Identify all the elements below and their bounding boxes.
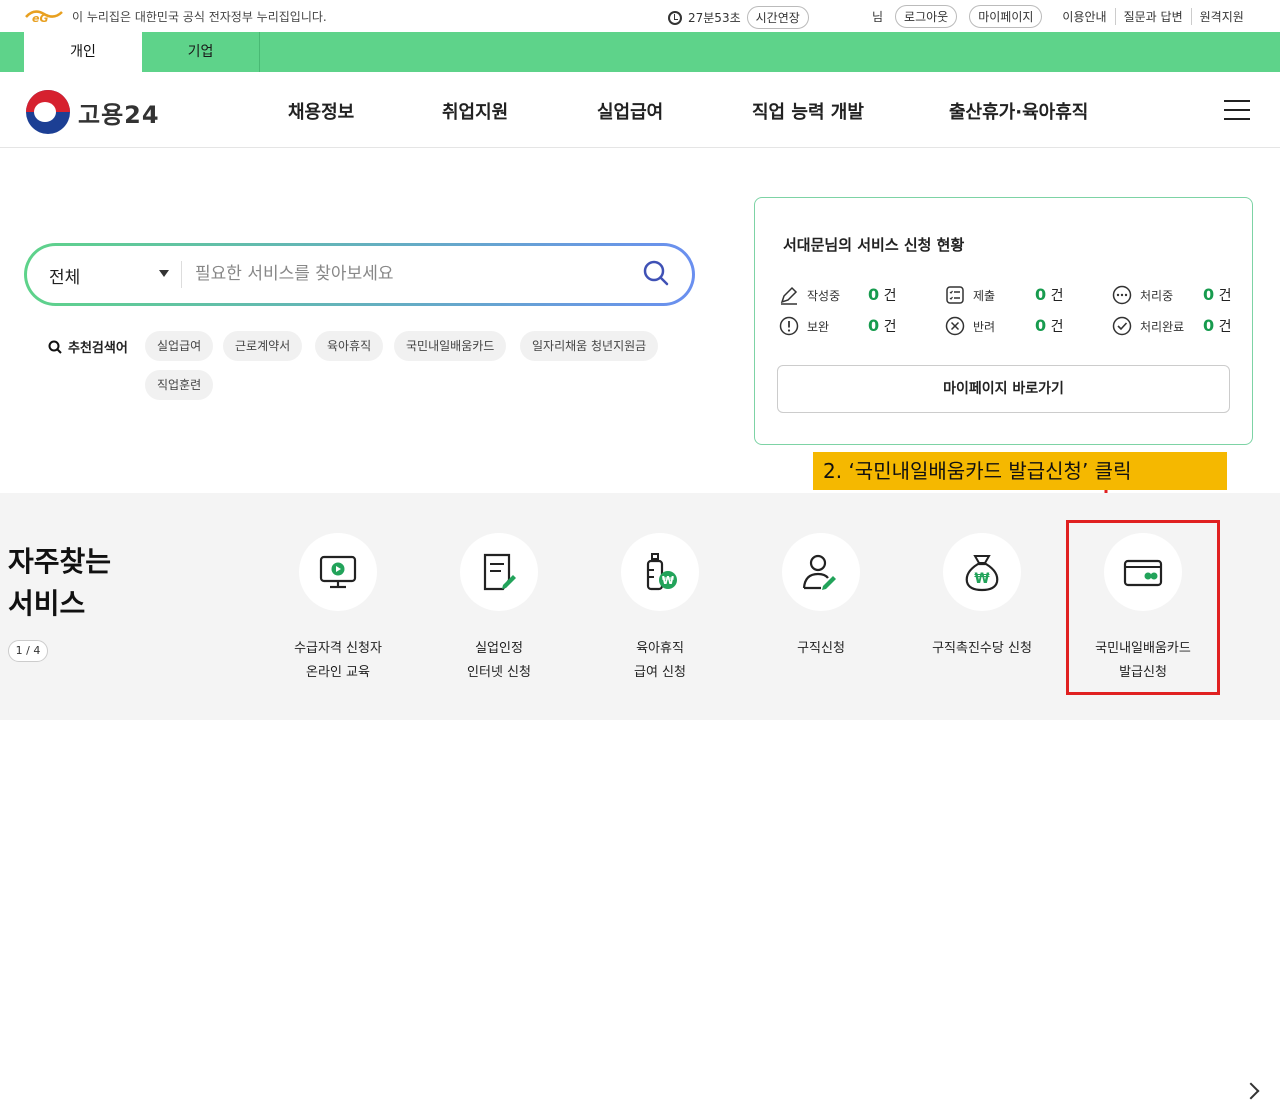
service-job-seeking[interactable]: 구직신청: [741, 533, 901, 661]
search-divider: [181, 261, 182, 288]
user-area: 님 로그아웃 마이페이지 이용안내 질문과 답변 원격지원: [872, 5, 1252, 28]
tab-personal[interactable]: 개인: [24, 32, 142, 72]
recommended-keywords-label: 추천검색어: [48, 337, 128, 356]
status-item-rejected[interactable]: 반려: [945, 316, 995, 336]
search-icon[interactable]: [643, 260, 669, 286]
keyword-chip[interactable]: 근로계약서: [223, 331, 303, 361]
document-edit-icon: [483, 553, 516, 591]
top-utility-bar: eG 이 누리집은 대한민국 공식 전자정부 누리집입니다. 27분53초 시간…: [0, 0, 1280, 32]
mypage-shortcut-button[interactable]: 마이페이지 바로가기: [777, 365, 1230, 413]
keyword-chip[interactable]: 육아휴직: [315, 331, 384, 361]
menu-employment-support[interactable]: 취업지원: [442, 98, 508, 124]
search-bar: 전체: [24, 243, 695, 306]
svg-text:eG: eG: [32, 12, 49, 24]
clock-icon: [668, 10, 682, 25]
session-timer: 27분53초 시간연장: [668, 6, 809, 29]
link-qna[interactable]: 질문과 답변: [1114, 8, 1191, 25]
audience-tab-bar: 개인 기업: [0, 32, 1280, 72]
keyword-chip[interactable]: 국민내일배움카드: [394, 331, 507, 361]
main-navigation: 고용24 채용정보 취업지원 실업급여 직업 능력 개발 출산휴가·육아휴직: [0, 72, 1280, 148]
timer-text: 27분53초: [688, 11, 741, 25]
status-count-completed: 0 건: [1203, 316, 1232, 335]
service-parental-leave-benefit[interactable]: ₩ 육아휴직 급여 신청: [580, 533, 740, 685]
check-circle-icon: [1112, 316, 1132, 336]
tab-business[interactable]: 기업: [142, 32, 260, 72]
money-bag-icon: ₩: [965, 555, 999, 592]
hamburger-menu-icon[interactable]: [1224, 100, 1250, 120]
service-unemployment-recognition[interactable]: 실업인정 인터넷 신청: [419, 533, 579, 685]
mypage-link[interactable]: 마이페이지: [969, 5, 1043, 28]
status-count-drafting: 0 건: [868, 285, 897, 304]
user-suffix: 님: [872, 10, 884, 24]
baby-bottle-won-icon: ₩: [646, 553, 677, 591]
status-count-rejected: 0 건: [1035, 316, 1064, 335]
frequent-services-title: 자주찾는 서비스: [8, 545, 112, 620]
more-circle-icon: [1112, 285, 1132, 305]
menu-unemployment-benefit[interactable]: 실업급여: [597, 98, 663, 124]
caret-down-icon[interactable]: [159, 270, 169, 277]
logout-button[interactable]: 로그아웃: [895, 5, 958, 28]
extend-session-button[interactable]: 시간연장: [746, 6, 809, 29]
monitor-play-icon: [319, 555, 357, 589]
service-job-promotion-allowance[interactable]: ₩ 구직촉진수당 신청: [902, 533, 1062, 661]
pencil-icon: [780, 286, 798, 305]
search-input[interactable]: [195, 258, 625, 290]
status-item-completed[interactable]: 처리완료: [1112, 316, 1184, 336]
link-usage-guide[interactable]: 이용안내: [1054, 8, 1114, 25]
service-online-education[interactable]: 수급자격 신청자 온라인 교육: [258, 533, 418, 685]
keyword-chip[interactable]: 직업훈련: [145, 370, 214, 400]
status-item-drafting[interactable]: 작성중: [779, 285, 840, 305]
person-edit-icon: [802, 554, 836, 590]
egov-logo-icon: eG: [25, 10, 63, 24]
carousel-pager: 1 / 4: [8, 640, 48, 662]
status-count-processing: 0 건: [1203, 285, 1232, 304]
magnifier-icon: [48, 340, 62, 354]
service-status-card: 서대문님의 서비스 신청 현황 작성중 0 건 제출 0 건 처리중 0 건 보…: [754, 197, 1253, 445]
menu-job-skill-development[interactable]: 직업 능력 개발: [752, 98, 864, 124]
svg-text:₩: ₩: [974, 571, 990, 587]
checklist-icon: [946, 286, 964, 304]
status-count-submitted: 0 건: [1035, 285, 1064, 304]
menu-job-info[interactable]: 채용정보: [288, 98, 354, 124]
taegeuk-logo-icon: [26, 90, 70, 134]
brand-name: 고용24: [78, 100, 160, 129]
svg-text:₩: ₩: [662, 574, 674, 587]
top-links: 이용안내 질문과 답변 원격지원: [1054, 8, 1251, 25]
status-item-processing[interactable]: 처리중: [1112, 285, 1173, 305]
instruction-callout: 2. ‘국민내일배움카드 발급신청’ 클릭: [813, 452, 1227, 490]
gov-notice-text: 이 누리집은 대한민국 공식 전자정부 누리집입니다.: [72, 10, 327, 24]
x-circle-icon: [945, 316, 965, 336]
keyword-chip[interactable]: 일자리채움 청년지원금: [520, 331, 659, 361]
exclamation-circle-icon: [779, 316, 799, 336]
status-item-supplement[interactable]: 보완: [779, 316, 829, 336]
menu-maternity-parental-leave[interactable]: 출산휴가·육아휴직: [949, 98, 1088, 124]
site-logo[interactable]: 고용24: [26, 90, 160, 134]
search-scope-select[interactable]: 전체: [49, 263, 80, 288]
status-count-supplement: 0 건: [868, 316, 897, 335]
status-item-submitted[interactable]: 제출: [945, 285, 995, 305]
link-remote-support[interactable]: 원격지원: [1190, 8, 1252, 25]
carousel-next-icon[interactable]: [1242, 1082, 1260, 1100]
highlight-box-annotation: [1066, 520, 1220, 695]
status-title: 서대문님의 서비스 신청 현황: [783, 236, 965, 254]
keyword-chip[interactable]: 실업급여: [145, 331, 214, 361]
